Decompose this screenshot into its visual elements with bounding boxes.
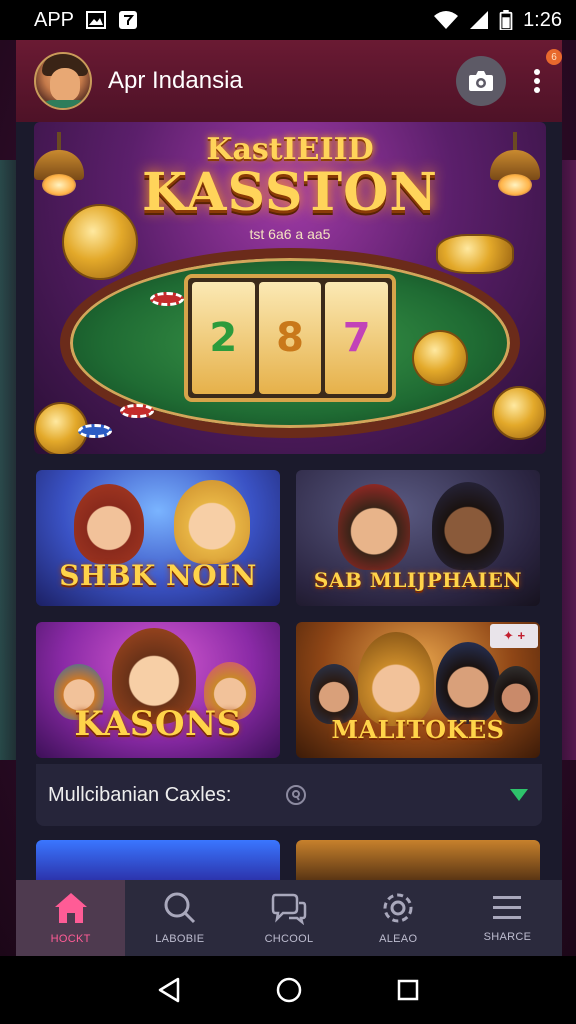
game-title: SAB MLIJPHAIEN (313, 568, 523, 592)
search-icon (164, 892, 195, 924)
hero-title: KASSTON (142, 162, 438, 223)
app-header: Apr Indansia 6 (16, 40, 562, 122)
nav-label: ALEAO (379, 933, 418, 945)
character-art-3 (436, 642, 500, 724)
character-art-2 (358, 632, 434, 726)
chip-decoration-2 (78, 424, 112, 438)
avatar[interactable] (34, 52, 92, 110)
chat-icon (271, 893, 307, 925)
chip-decoration (120, 404, 154, 418)
battery-icon (499, 10, 513, 30)
nav-item-search[interactable]: LABOBIE (125, 880, 234, 956)
slot-reels: 2 8 7 (184, 274, 396, 402)
game-tile-1[interactable]: SHBK NOIN (36, 470, 280, 606)
app-container: Apr Indansia 6 2 8 7 KastIEIID KASSTON t… (16, 40, 562, 956)
section-caption-row[interactable]: Mullcibanian Caxles: (36, 764, 542, 826)
image-icon (86, 11, 107, 29)
game-badge: ✦ + (490, 624, 538, 648)
coin-decoration-2 (412, 330, 468, 386)
signal-icon (470, 11, 489, 29)
game-title: SHBK NOIN (59, 559, 257, 592)
app-title: Apr Indansia (108, 67, 243, 94)
status-app-label: APP (34, 8, 75, 31)
character-art-2 (174, 480, 250, 564)
wifi-icon (434, 11, 459, 29)
nav-label: CHCOOL (264, 933, 314, 945)
nav-item-chat[interactable]: CHCOOL (234, 880, 343, 956)
home-icon (54, 893, 87, 923)
chip-decoration-3 (150, 292, 184, 306)
camera-button[interactable] (456, 56, 506, 106)
character-art (338, 484, 410, 570)
character-art (74, 484, 144, 564)
hero-subtitle: tst 6a6 a aa5 (249, 226, 331, 242)
settings-icon (383, 893, 413, 923)
game-title: KASONS (74, 704, 242, 744)
home-button-icon[interactable] (275, 976, 303, 1004)
menu-icon (493, 896, 522, 919)
character-art-2 (432, 482, 504, 570)
overflow-menu-button[interactable]: 6 (528, 49, 562, 99)
reel-3: 7 (325, 282, 389, 394)
coin-decoration-4 (492, 386, 546, 440)
back-icon[interactable] (156, 976, 182, 1004)
hero-banner[interactable]: 2 8 7 KastIEIID KASSTON tst 6a6 a aa5 (34, 122, 546, 454)
game-tile-3[interactable]: KASONS (36, 622, 280, 758)
section-caption: Mullcibanian Caxles: (48, 783, 232, 806)
nav-label: SHARCE (483, 931, 532, 943)
reel-1: 2 (192, 282, 255, 394)
camera-icon (469, 71, 493, 91)
nav-label: HOCKT (50, 933, 91, 945)
nav-item-settings[interactable]: ALEAO (344, 880, 453, 956)
system-navigation-bar (0, 956, 576, 1024)
notification-icon (119, 11, 138, 29)
game-tile-4[interactable]: ✦ + MALITOKES (296, 622, 540, 758)
search-icon[interactable] (285, 784, 307, 806)
recents-icon[interactable] (396, 978, 420, 1002)
dropdown-indicator-icon[interactable] (510, 789, 528, 801)
status-time: 1:26 (523, 8, 562, 31)
nav-label: LABOBIE (155, 933, 205, 945)
bottom-navigation: HOCKT LABOBIE CHCOOL ALEAO SHARCE (16, 880, 562, 956)
nav-item-home[interactable]: HOCKT (16, 880, 126, 956)
reel-2: 8 (258, 282, 322, 394)
status-bar: APP 1:26 (0, 0, 576, 40)
notification-badge: 6 (546, 49, 562, 65)
nav-item-menu[interactable]: SHARCE (453, 880, 562, 956)
game-tile-2[interactable]: SAB MLIJPHAIEN (296, 470, 540, 606)
game-title: MALITOKES (331, 715, 505, 744)
